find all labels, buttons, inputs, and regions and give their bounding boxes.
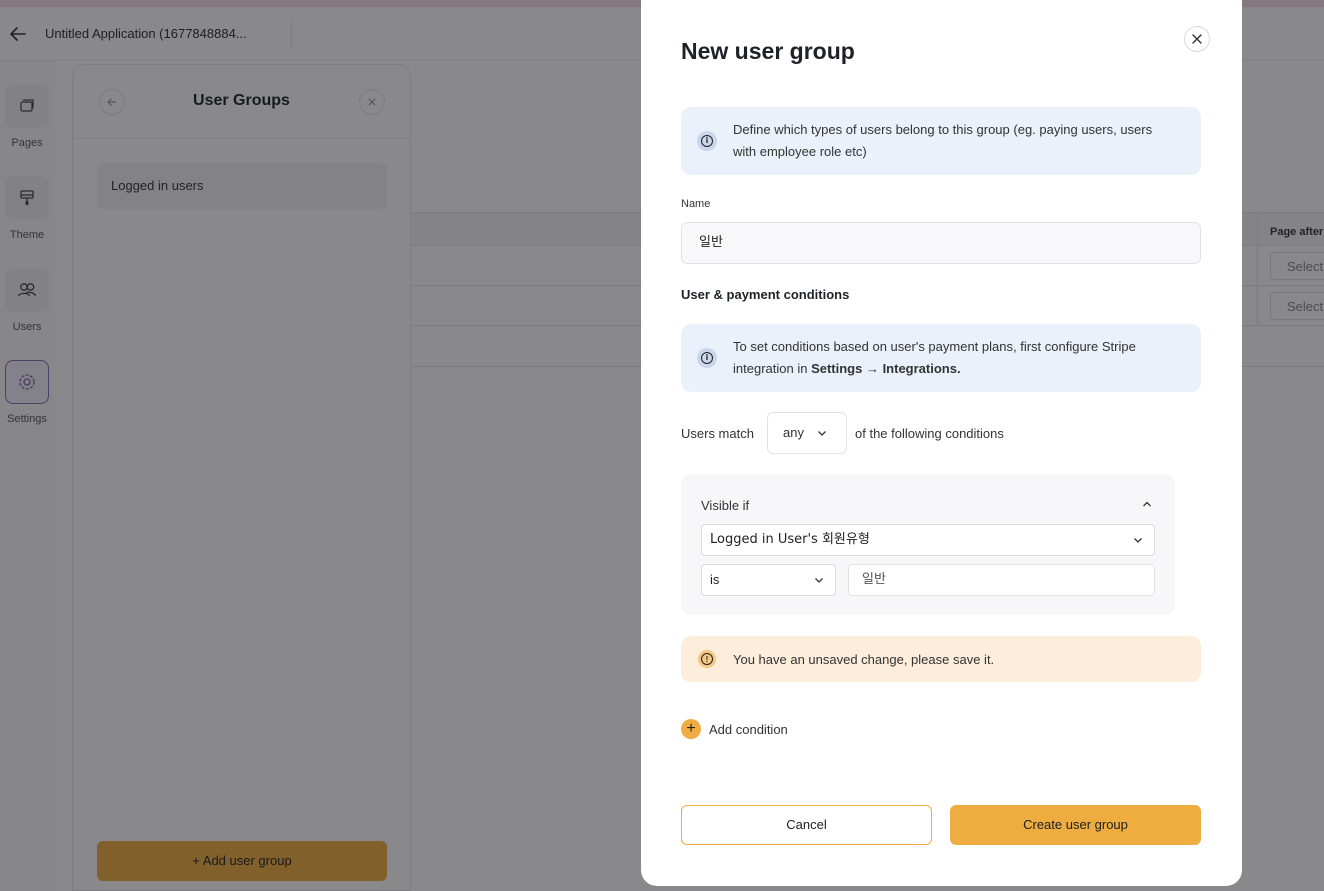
chevron-down-icon bbox=[815, 578, 823, 583]
warning-text: You have an unsaved change, please save … bbox=[733, 652, 995, 667]
close-button[interactable] bbox=[1184, 26, 1210, 52]
settings-integrations-link[interactable]: Settings → Integrations. bbox=[811, 361, 961, 376]
create-user-group-button[interactable]: Create user group bbox=[950, 805, 1201, 845]
chevron-down-icon bbox=[818, 431, 826, 436]
condition-label: Visible if bbox=[701, 498, 750, 513]
warning-icon: ! bbox=[698, 650, 716, 668]
condition-operator-value: is bbox=[710, 572, 720, 587]
name-label: Name bbox=[681, 198, 711, 210]
condition-field-select[interactable]: Logged in User's 회원유형 bbox=[701, 524, 1155, 556]
plus-icon: + bbox=[681, 719, 701, 739]
cancel-button[interactable]: Cancel bbox=[681, 805, 932, 845]
close-icon bbox=[1192, 34, 1202, 44]
condition-operator-select[interactable]: is bbox=[701, 564, 836, 596]
info-box: i Define which types of users belong to … bbox=[681, 107, 1201, 175]
modal-title: New user group bbox=[681, 38, 855, 64]
add-condition-label: Add condition bbox=[709, 722, 788, 737]
name-input[interactable]: 일반 bbox=[681, 222, 1201, 264]
match-suffix: of the following conditions bbox=[855, 426, 1004, 441]
info-icon: i bbox=[697, 348, 717, 368]
info-icon: i bbox=[697, 131, 717, 151]
condition-value-input[interactable]: 일반 bbox=[848, 564, 1155, 596]
info-text: Define which types of users belong to th… bbox=[733, 122, 1153, 159]
condition-card: Visible if Logged in User's 회원유형 is 일반 bbox=[681, 474, 1175, 615]
conditions-title: User & payment conditions bbox=[681, 287, 850, 302]
unsaved-warning: ! You have an unsaved change, please sav… bbox=[681, 636, 1201, 682]
match-value: any bbox=[783, 425, 804, 440]
chevron-down-icon bbox=[1134, 538, 1142, 543]
match-select[interactable]: any bbox=[767, 412, 847, 454]
chevron-up-icon[interactable] bbox=[1141, 498, 1153, 510]
match-prefix: Users match bbox=[681, 426, 754, 441]
stripe-info-box: i To set conditions based on user's paym… bbox=[681, 324, 1201, 392]
condition-field-value: Logged in User's 회원유형 bbox=[710, 532, 870, 547]
new-user-group-modal: New user group i Define which types of u… bbox=[641, 0, 1242, 886]
